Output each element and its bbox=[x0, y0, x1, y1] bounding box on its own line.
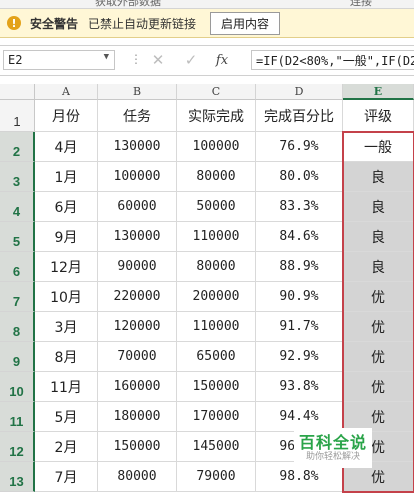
watermark-subtitle: 助你轻松解决 bbox=[305, 451, 360, 462]
table-cell[interactable]: 93.8% bbox=[256, 372, 343, 402]
table-cell[interactable]: 150000 bbox=[177, 372, 256, 402]
table-cell[interactable]: 60000 bbox=[98, 192, 177, 222]
header-cell[interactable]: 完成百分比 bbox=[256, 100, 343, 132]
table-cell[interactable]: 84.6% bbox=[256, 222, 343, 252]
ribbon-group-label: 获取外部数据 bbox=[95, 0, 161, 8]
formula-bar-grip-icon: ⋮ bbox=[130, 52, 142, 66]
security-warning-message: 已禁止自动更新链接 bbox=[88, 16, 197, 31]
table-cell[interactable]: 100000 bbox=[177, 132, 256, 162]
chevron-down-icon[interactable]: ▼ bbox=[104, 52, 109, 62]
table-cell[interactable]: 优 bbox=[343, 282, 414, 312]
column-header-e[interactable]: E bbox=[343, 84, 414, 100]
security-warning-bar: ! 安全警告 已禁止自动更新链接 启用内容 bbox=[0, 9, 414, 38]
table-cell[interactable]: 91.7% bbox=[256, 312, 343, 342]
table-cell[interactable]: 110000 bbox=[177, 222, 256, 252]
table-cell[interactable]: 180000 bbox=[98, 402, 177, 432]
table-cell[interactable]: 6月 bbox=[35, 192, 98, 222]
table-cell[interactable]: 80000 bbox=[98, 462, 177, 492]
row-header[interactable]: 3 bbox=[0, 162, 35, 192]
table-cell[interactable]: 80.0% bbox=[256, 162, 343, 192]
table-cell[interactable]: 200000 bbox=[177, 282, 256, 312]
ribbon-group-label: 连接 bbox=[350, 0, 372, 8]
table-cell[interactable]: 130000 bbox=[98, 222, 177, 252]
table-cell[interactable]: 88.9% bbox=[256, 252, 343, 282]
confirm-icon[interactable]: ✓ bbox=[180, 50, 202, 70]
row-header[interactable]: 4 bbox=[0, 192, 35, 222]
table-cell[interactable]: 150000 bbox=[98, 432, 177, 462]
table-cell[interactable]: 79000 bbox=[177, 462, 256, 492]
row-header[interactable]: 2 bbox=[0, 132, 35, 162]
table-cell[interactable]: 83.3% bbox=[256, 192, 343, 222]
table-cell[interactable]: 12月 bbox=[35, 252, 98, 282]
table-cell[interactable]: 11月 bbox=[35, 372, 98, 402]
table-cell[interactable]: 2月 bbox=[35, 432, 98, 462]
table-cell[interactable]: 5月 bbox=[35, 402, 98, 432]
table-cell[interactable]: 良 bbox=[343, 192, 414, 222]
table-cell[interactable]: 80000 bbox=[177, 252, 256, 282]
name-box[interactable]: E2 ▼ bbox=[3, 50, 115, 70]
formula-input[interactable]: =IF(D2<80%,"一般",IF(D2<90%,"良","优")) bbox=[251, 50, 414, 70]
table-cell[interactable]: 良 bbox=[343, 252, 414, 282]
table-cell[interactable]: 145000 bbox=[177, 432, 256, 462]
cancel-icon[interactable]: ✕ bbox=[147, 50, 169, 70]
warning-icon: ! bbox=[7, 16, 21, 30]
row-header[interactable]: 1 bbox=[0, 100, 35, 132]
table-cell[interactable]: 1月 bbox=[35, 162, 98, 192]
header-cell[interactable]: 月份 bbox=[35, 100, 98, 132]
watermark-title: 百科全说 bbox=[298, 432, 367, 452]
table-cell[interactable]: 10月 bbox=[35, 282, 98, 312]
table-cell[interactable]: 一般 bbox=[343, 132, 414, 162]
row-header[interactable]: 12 bbox=[0, 432, 35, 462]
column-header-d[interactable]: D bbox=[256, 84, 343, 100]
header-cell[interactable]: 评级 bbox=[343, 100, 414, 132]
watermark-logo: 百科全说 助你轻松解决 bbox=[294, 428, 372, 468]
table-cell[interactable]: 4月 bbox=[35, 132, 98, 162]
row-header[interactable]: 10 bbox=[0, 372, 35, 402]
select-all-corner[interactable] bbox=[0, 84, 35, 100]
table-cell[interactable]: 90.9% bbox=[256, 282, 343, 312]
security-warning-title: 安全警告 bbox=[30, 16, 79, 31]
row-header[interactable]: 7 bbox=[0, 282, 35, 312]
row-header[interactable]: 6 bbox=[0, 252, 35, 282]
table-cell[interactable]: 良 bbox=[343, 162, 414, 192]
header-cell[interactable]: 任务 bbox=[98, 100, 177, 132]
formula-bar: E2 ▼ ⋮ ✕ ✓ fx =IF(D2<80%,"一般",IF(D2<90%,… bbox=[0, 45, 414, 76]
table-cell[interactable]: 160000 bbox=[98, 372, 177, 402]
table-cell[interactable]: 100000 bbox=[98, 162, 177, 192]
enable-content-button[interactable]: 启用内容 bbox=[210, 11, 281, 35]
column-header-c[interactable]: C bbox=[177, 84, 256, 100]
table-cell[interactable]: 130000 bbox=[98, 132, 177, 162]
table-cell[interactable]: 50000 bbox=[177, 192, 256, 222]
row-header[interactable]: 11 bbox=[0, 402, 35, 432]
table-cell[interactable]: 92.9% bbox=[256, 342, 343, 372]
row-header[interactable]: 13 bbox=[0, 462, 35, 492]
table-cell[interactable]: 170000 bbox=[177, 402, 256, 432]
table-cell[interactable]: 110000 bbox=[177, 312, 256, 342]
table-cell[interactable]: 优 bbox=[343, 372, 414, 402]
name-box-value: E2 bbox=[8, 53, 23, 67]
table-cell[interactable]: 65000 bbox=[177, 342, 256, 372]
table-cell[interactable]: 80000 bbox=[177, 162, 256, 192]
ribbon-remnant: 获取外部数据 连接 bbox=[0, 0, 414, 9]
table-cell[interactable]: 8月 bbox=[35, 342, 98, 372]
table-cell[interactable]: 3月 bbox=[35, 312, 98, 342]
table-cell[interactable]: 良 bbox=[343, 222, 414, 252]
row-header[interactable]: 5 bbox=[0, 222, 35, 252]
table-cell[interactable]: 76.9% bbox=[256, 132, 343, 162]
table-cell[interactable]: 优 bbox=[343, 312, 414, 342]
table-cell[interactable]: 9月 bbox=[35, 222, 98, 252]
row-header[interactable]: 9 bbox=[0, 342, 35, 372]
column-header-b[interactable]: B bbox=[98, 84, 177, 100]
table-cell[interactable]: 120000 bbox=[98, 312, 177, 342]
column-header-a[interactable]: A bbox=[35, 84, 98, 100]
row-header[interactable]: 8 bbox=[0, 312, 35, 342]
header-cell[interactable]: 实际完成 bbox=[177, 100, 256, 132]
table-cell[interactable]: 7月 bbox=[35, 462, 98, 492]
table-cell[interactable]: 90000 bbox=[98, 252, 177, 282]
insert-function-icon[interactable]: fx bbox=[211, 50, 233, 70]
table-cell[interactable]: 70000 bbox=[98, 342, 177, 372]
table-cell[interactable]: 220000 bbox=[98, 282, 177, 312]
table-cell[interactable]: 优 bbox=[343, 342, 414, 372]
